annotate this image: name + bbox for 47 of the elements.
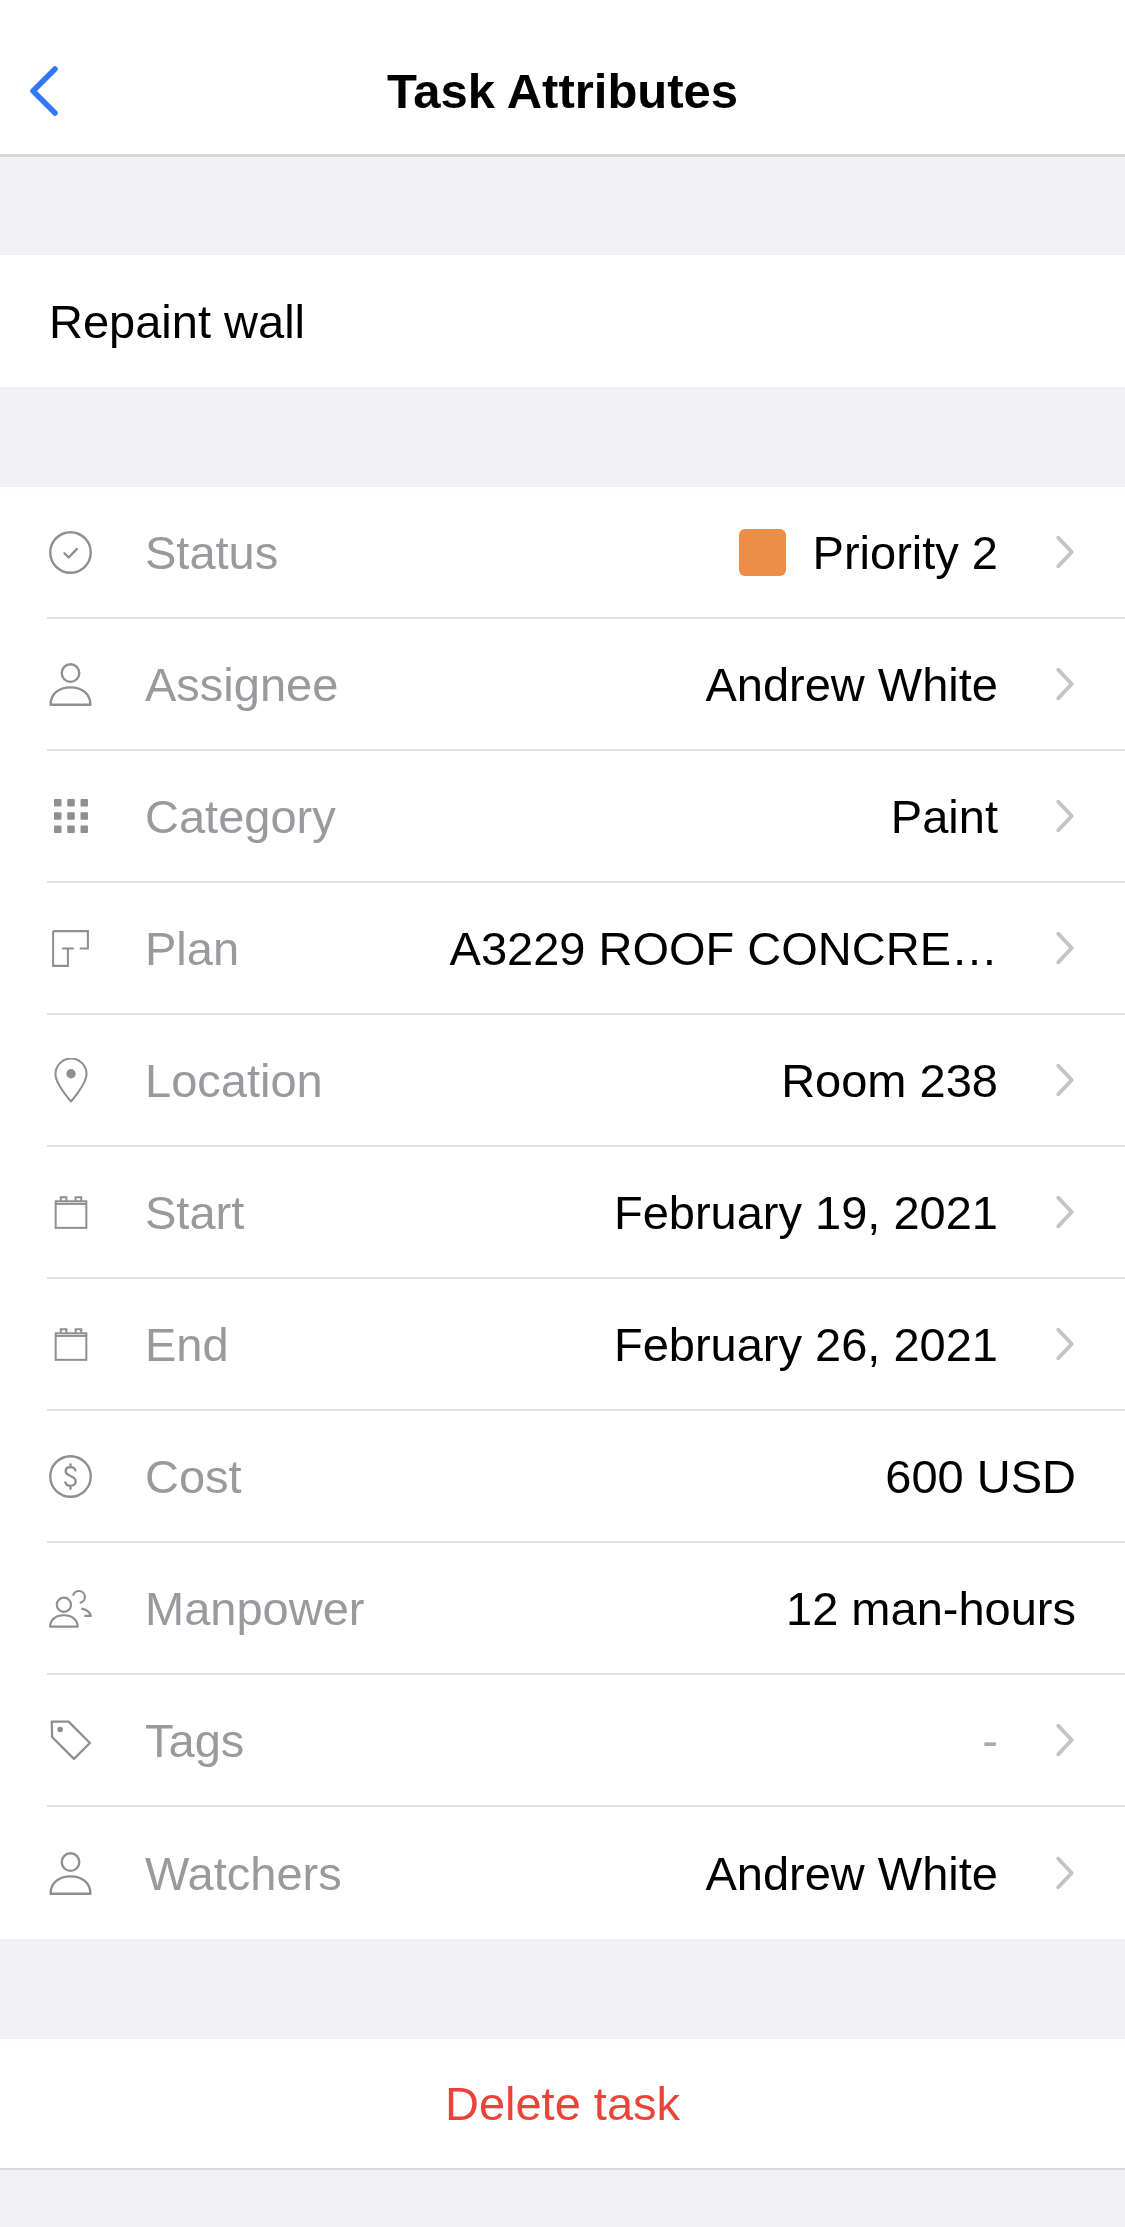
attribute-label: Category bbox=[145, 788, 336, 844]
attribute-row[interactable]: Location Room 238 bbox=[0, 1015, 1125, 1147]
check-circle-icon bbox=[49, 530, 92, 574]
attribute-row[interactable]: Start February 19, 2021 bbox=[0, 1147, 1125, 1279]
attribute-label: Status bbox=[145, 524, 279, 580]
attribute-label: Location bbox=[145, 1052, 323, 1108]
attribute-value: Priority 2 bbox=[812, 524, 998, 580]
person-icon bbox=[49, 1851, 92, 1895]
floor-plan-icon bbox=[52, 929, 89, 967]
attribute-row[interactable]: End February 26, 2021 bbox=[0, 1279, 1125, 1411]
attribute-value: A3229 ROOF CONCRE… bbox=[449, 920, 998, 976]
calendar-icon bbox=[53, 1327, 88, 1361]
attribute-value: 600 USD bbox=[885, 1448, 1076, 1504]
attribute-value: Andrew White bbox=[705, 1845, 998, 1901]
attribute-value: Andrew White bbox=[705, 656, 998, 712]
attribute-label: Plan bbox=[145, 920, 240, 976]
attribute-label: Watchers bbox=[145, 1845, 342, 1901]
attribute-label: Cost bbox=[145, 1448, 242, 1504]
attribute-label: Tags bbox=[145, 1712, 245, 1768]
attribute-label: Assignee bbox=[145, 656, 339, 712]
attribute-label: Manpower bbox=[145, 1580, 365, 1636]
attribute-row[interactable]: Watchers Andrew White bbox=[0, 1807, 1125, 1939]
attribute-value: February 26, 2021 bbox=[613, 1316, 998, 1372]
attribute-label: Start bbox=[145, 1184, 245, 1240]
people-icon bbox=[49, 1587, 92, 1629]
dollar-circle-icon bbox=[49, 1454, 92, 1498]
tag-icon bbox=[49, 1719, 92, 1761]
attribute-value: Paint bbox=[890, 788, 998, 844]
screen-title: Task Attributes bbox=[386, 63, 739, 119]
attribute-row[interactable]: Manpower 12 man-hours bbox=[0, 1543, 1125, 1675]
attribute-value: Room 238 bbox=[781, 1052, 998, 1108]
delete-task-button[interactable]: Delete task bbox=[0, 2039, 1125, 2170]
attribute-row[interactable]: Category Paint bbox=[0, 751, 1125, 883]
task-name-field[interactable]: Repaint wall bbox=[0, 255, 1125, 387]
dot-grid-icon bbox=[53, 799, 88, 833]
empty-value-placeholder: - bbox=[982, 1712, 998, 1768]
map-pin-icon bbox=[53, 1057, 88, 1103]
attribute-row[interactable]: Cost 600 USD bbox=[0, 1411, 1125, 1543]
attribute-row[interactable]: Status Priority 2 bbox=[0, 487, 1125, 619]
attribute-value: February 19, 2021 bbox=[613, 1184, 998, 1240]
calendar-icon bbox=[53, 1195, 88, 1229]
chevron-left-icon bbox=[28, 65, 60, 117]
person-icon bbox=[49, 662, 92, 706]
attribute-row[interactable]: Assignee Andrew White bbox=[0, 619, 1125, 751]
attribute-label: End bbox=[145, 1316, 229, 1372]
attribute-row[interactable]: Plan A3229 ROOF CONCRE… bbox=[0, 883, 1125, 1015]
attribute-value: 12 man-hours bbox=[786, 1580, 1076, 1636]
